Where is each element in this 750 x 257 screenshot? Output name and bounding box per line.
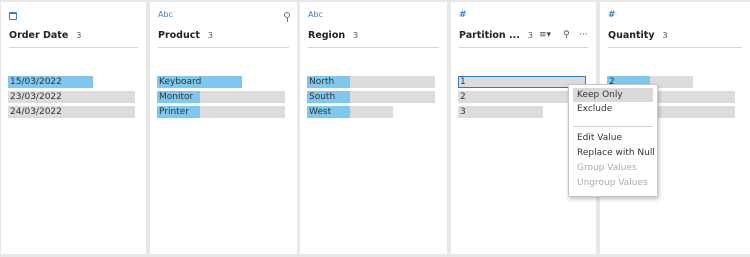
bar-background [458,106,543,118]
field-name: Quantity [608,29,655,41]
field-name: Product [158,29,200,41]
menu-item-exclude[interactable]: Exclude [573,102,653,116]
menu-item-keep-only[interactable]: Keep Only [573,88,653,102]
field-header[interactable]: Quantity 3 [608,29,668,41]
value-label: 3 [460,107,466,117]
menu-item-ungroup-values: Ungroup Values [577,178,648,188]
header-divider [9,47,138,48]
menu-item-edit-value[interactable]: Edit Value [573,131,653,145]
search-icon[interactable]: ⚲ [563,29,570,41]
header-divider [459,47,588,48]
value-label: 24/03/2022 [10,107,62,117]
value-label: Monitor [159,92,194,102]
value-label: North [309,77,335,87]
calendar-icon [9,12,17,20]
value-label: 23/03/2022 [10,92,62,102]
value-label: 1 [460,77,466,87]
value-label: 2 [460,92,466,102]
field-name: Order Date [9,29,69,41]
value-label: Printer [159,107,189,117]
field-count: 3 [353,30,359,40]
bar-background [458,76,586,88]
field-header[interactable]: Partition ... 3 [459,29,533,41]
number-type-icon: # [459,10,467,20]
field-name: Partition ... [459,29,520,41]
header-divider [158,47,289,48]
header-divider [608,47,742,48]
field-header[interactable]: Region 3 [308,29,358,41]
context-menu: Keep Only Exclude Edit Value Replace wit… [568,84,658,197]
field-header[interactable]: Product 3 [158,29,213,41]
profile-card-region[interactable]: Abc Region 3 North South West [300,2,447,254]
menu-item-replace-with-null[interactable]: Replace with Null [573,146,655,160]
header-divider [308,47,439,48]
value-label: West [309,107,332,117]
field-count: 3 [662,30,668,40]
menu-item-group-values: Group Values [577,163,637,173]
value-label: 15/03/2022 [10,77,62,87]
pin-icon[interactable] [284,12,290,22]
field-count: 3 [527,30,533,40]
string-type-icon: Abc [158,10,173,19]
profile-card-product[interactable]: Abc Product 3 Keyboard Monitor Printer [150,2,297,254]
field-header[interactable]: Order Date 3 [9,29,81,41]
value-label: Keyboard [159,77,202,87]
field-count: 3 [76,30,82,40]
bar-background [458,91,586,103]
string-type-icon: Abc [308,10,323,19]
field-count: 3 [207,30,214,40]
sort-icon[interactable]: ≡▾ [539,29,551,41]
number-type-icon: # [608,10,616,20]
profile-card-order-date[interactable]: Order Date 3 15/03/2022 23/03/2022 24/03… [1,2,146,254]
value-label: South [309,92,336,102]
more-icon[interactable]: ··· [579,29,588,41]
field-name: Region [308,29,346,41]
menu-separator [573,126,653,127]
